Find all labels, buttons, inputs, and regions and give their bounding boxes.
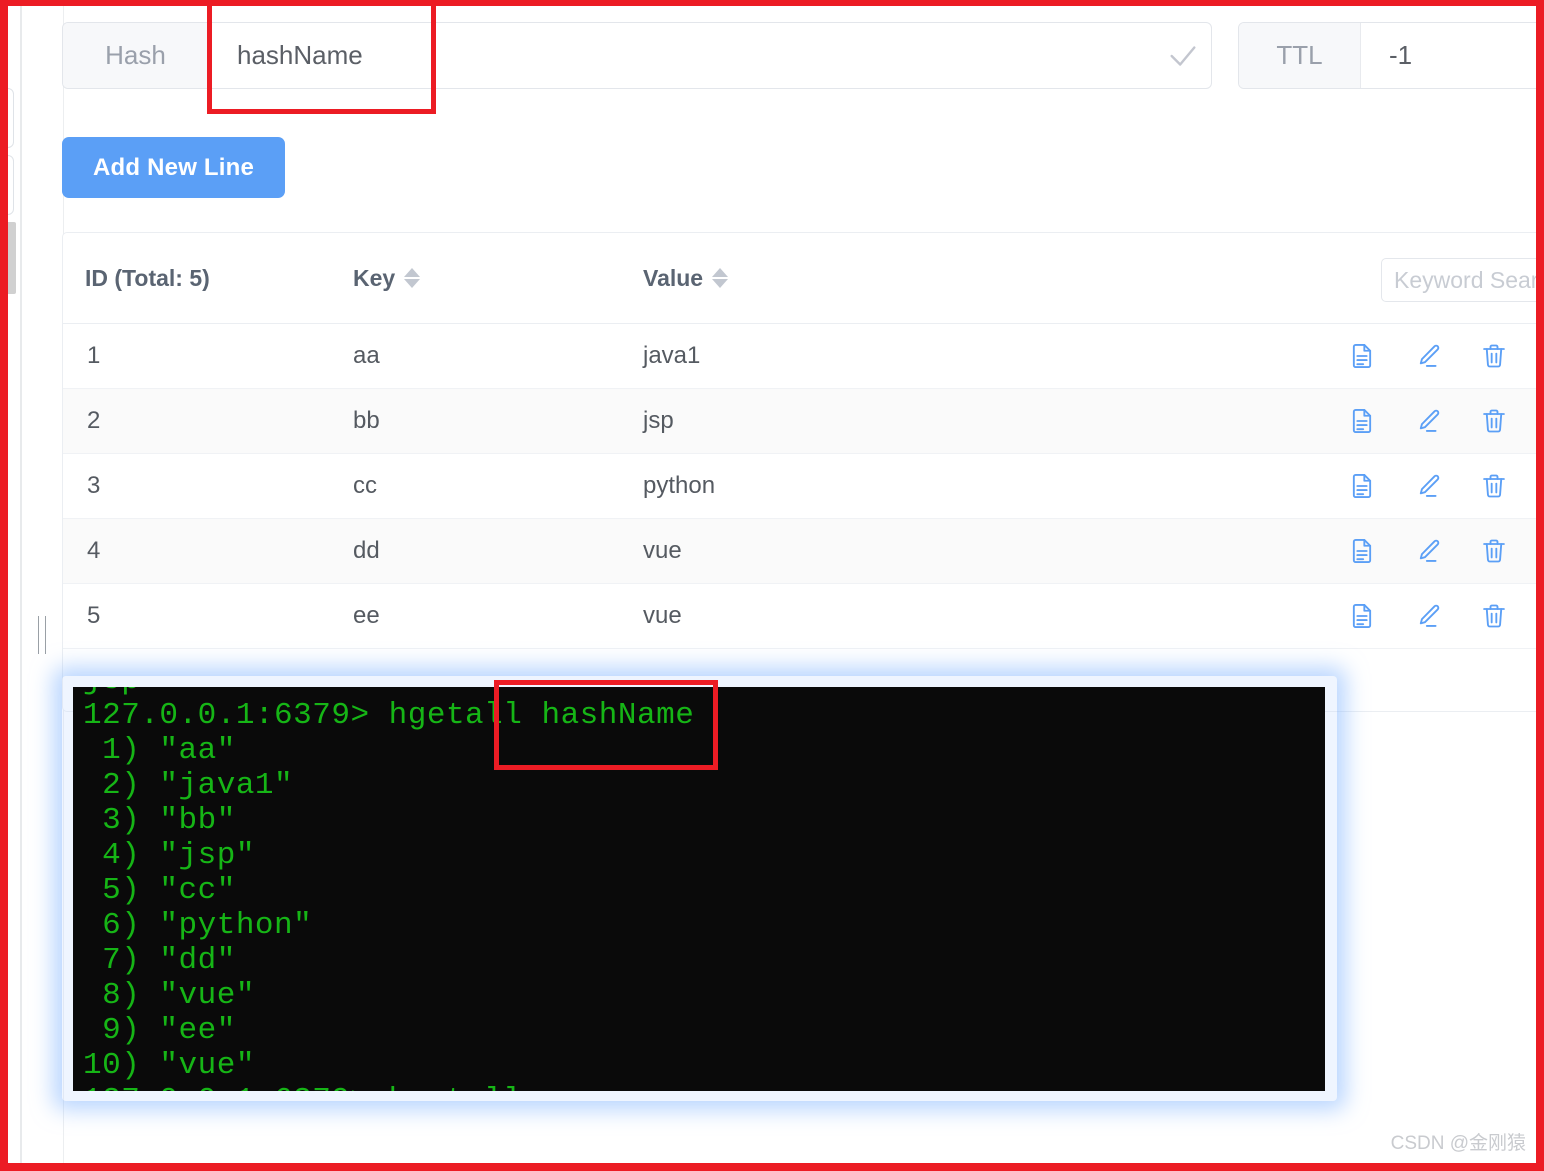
terminal-line: 4) "jsp" <box>83 838 255 873</box>
panel-resize-handle[interactable] <box>37 616 49 654</box>
frame-border-top <box>0 0 1544 6</box>
add-new-line-button[interactable]: Add New Line <box>62 137 286 198</box>
delete-icon[interactable] <box>1479 406 1509 436</box>
table-row[interactable]: 4 dd vue </> <box>63 519 1544 584</box>
delete-icon[interactable] <box>1479 536 1509 566</box>
edit-icon[interactable] <box>1413 341 1443 371</box>
left-offscreen-panel-top[interactable] <box>0 88 14 148</box>
delete-icon[interactable] <box>1479 471 1509 501</box>
terminal-line: 9) "ee" <box>83 1013 236 1048</box>
document-icon[interactable] <box>1347 406 1377 436</box>
hash-field-table: ID (Total: 5) Key Value 1 aa java1 </> 2 bb js… <box>62 232 1544 712</box>
column-header-value-label: Value <box>643 264 704 291</box>
document-icon[interactable] <box>1347 536 1377 566</box>
edit-icon[interactable] <box>1413 601 1443 631</box>
delete-icon[interactable] <box>1479 601 1509 631</box>
cell-value: jsp <box>643 407 674 434</box>
key-type-label: Hash <box>63 23 209 88</box>
left-offscreen-panel-bottom[interactable] <box>0 155 14 215</box>
delete-icon[interactable] <box>1479 341 1509 371</box>
column-header-value[interactable]: Value <box>643 265 1183 292</box>
row-action-group: </> <box>1347 454 1544 518</box>
redis-cli-terminal[interactable]: jsp127.0.0.1:6379> hgetall hashName 1) "… <box>73 687 1325 1091</box>
column-header-key[interactable]: Key <box>353 265 643 292</box>
cell-key: aa <box>353 342 380 369</box>
terminal-line: 127.0.0.1:6379> hgetall hashName <box>83 698 695 733</box>
column-header-id-label: ID (Total: 5) <box>85 264 210 291</box>
key-name-bar: Hash <box>62 22 1212 89</box>
table-header-row: ID (Total: 5) Key Value <box>63 233 1544 324</box>
cell-id: 2 <box>87 407 101 434</box>
terminal-line: 7) "dd" <box>83 943 236 978</box>
cell-key: cc <box>353 472 377 499</box>
cell-id: 4 <box>87 537 101 564</box>
terminal-line: 3) "bb" <box>83 803 236 838</box>
table-row[interactable]: 1 aa java1 </> <box>63 324 1544 389</box>
search-input[interactable] <box>1382 259 1544 301</box>
row-action-group: </> <box>1347 324 1544 388</box>
cell-value: python <box>643 472 716 499</box>
row-action-group: </> <box>1347 519 1544 583</box>
app-root: Hash TTL Add New Line ID (Total: 5) Key <box>0 0 1544 1171</box>
cell-id: 5 <box>87 602 101 629</box>
terminal-line: 10) "vue" <box>83 1048 255 1083</box>
frame-border-bottom <box>0 1163 1544 1171</box>
check-icon[interactable] <box>1154 23 1211 88</box>
table-row[interactable]: 3 cc python </> <box>63 454 1544 519</box>
keyword-search-box[interactable] <box>1381 258 1544 302</box>
terminal-line: 1) "aa" <box>83 733 236 768</box>
cell-key: bb <box>353 407 380 434</box>
document-icon[interactable] <box>1347 471 1377 501</box>
sort-arrows-icon[interactable] <box>404 268 421 288</box>
cell-id: 3 <box>87 472 101 499</box>
cell-value: vue <box>643 602 682 629</box>
edit-icon[interactable] <box>1413 406 1443 436</box>
column-header-key-label: Key <box>353 264 396 291</box>
column-header-id: ID (Total: 5) <box>63 265 353 292</box>
terminal-line: jsp <box>83 687 1315 698</box>
terminal-line: 6) "python" <box>83 908 313 943</box>
row-action-group: </> <box>1347 389 1544 453</box>
key-name-input-group: Hash <box>62 22 1212 89</box>
cell-value: java1 <box>643 342 701 369</box>
cell-id: 1 <box>87 342 101 369</box>
terminal-line: 2) "java1" <box>83 768 294 803</box>
table-row[interactable]: 5 ee vue </> <box>63 584 1544 649</box>
cell-key: ee <box>353 602 380 629</box>
ttl-label: TTL <box>1239 23 1361 88</box>
terminal-line: 127.0.0.1:6379> hgetall aa <box>83 1083 1315 1091</box>
document-icon[interactable] <box>1347 341 1377 371</box>
edit-icon[interactable] <box>1413 536 1443 566</box>
row-action-group: </> <box>1347 584 1544 648</box>
table-body: 1 aa java1 </> 2 bb jsp </> 3 cc python </> 4 dd vue </… <box>63 324 1544 649</box>
ttl-input-group: TTL <box>1238 22 1544 89</box>
document-icon[interactable] <box>1347 601 1377 631</box>
terminal-line: 8) "vue" <box>83 978 255 1013</box>
table-row[interactable]: 2 bb jsp </> <box>63 389 1544 454</box>
key-name-input[interactable] <box>209 23 1155 88</box>
ttl-input[interactable] <box>1361 23 1544 88</box>
left-gutter-divider <box>20 0 22 1163</box>
edit-icon[interactable] <box>1413 471 1443 501</box>
cell-key: dd <box>353 537 380 564</box>
terminal-line: 5) "cc" <box>83 873 236 908</box>
cell-value: vue <box>643 537 682 564</box>
sort-arrows-icon[interactable] <box>712 268 729 288</box>
watermark: CSDN @金刚猿 <box>1390 1133 1526 1154</box>
left-scrollbar-thumb[interactable] <box>2 222 16 294</box>
